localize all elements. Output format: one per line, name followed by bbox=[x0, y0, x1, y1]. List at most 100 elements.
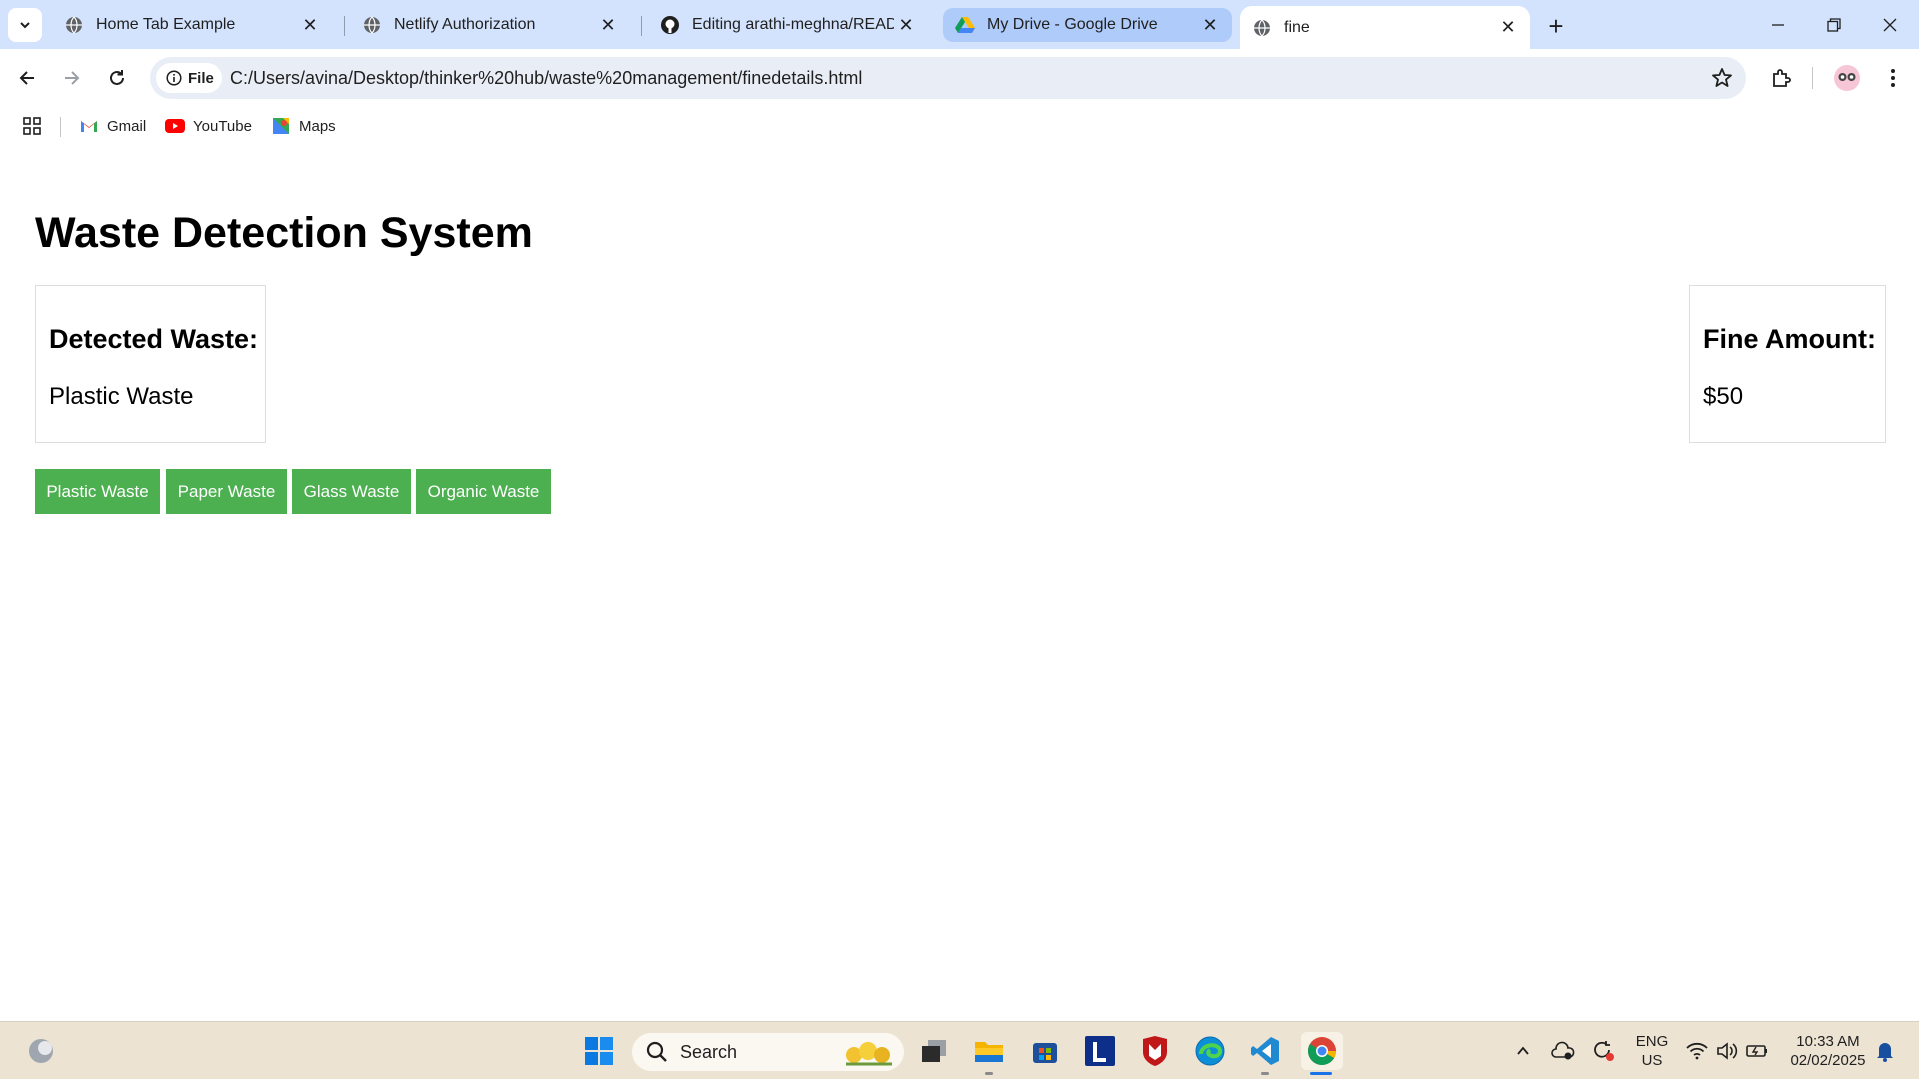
chrome-icon bbox=[1308, 1037, 1336, 1065]
browser-toolbar: File C:/Users/avina/Desktop/thinker%20hu… bbox=[0, 49, 1919, 107]
clock-date: 02/02/2025 bbox=[1790, 1052, 1866, 1069]
close-tab-icon[interactable]: ✕ bbox=[596, 13, 620, 37]
tab-title: Home Tab Example bbox=[96, 16, 236, 33]
bookmark-gmail[interactable]: Gmail bbox=[79, 115, 146, 137]
speaker-icon bbox=[1717, 1042, 1738, 1060]
bookmark-label: Gmail bbox=[107, 117, 147, 135]
region-label: US bbox=[1641, 1052, 1663, 1069]
paper-waste-button[interactable]: Paper Waste bbox=[166, 469, 287, 514]
taskbar-search[interactable]: Search bbox=[632, 1033, 904, 1071]
battery-charging-icon bbox=[1746, 1045, 1767, 1057]
profile-avatar[interactable] bbox=[1830, 61, 1864, 95]
vscode-icon bbox=[1251, 1037, 1279, 1065]
address-bar[interactable]: File C:/Users/avina/Desktop/thinker%20hu… bbox=[150, 57, 1746, 99]
plastic-waste-button[interactable]: Plastic Waste bbox=[35, 469, 160, 514]
close-icon bbox=[1883, 18, 1897, 31]
apps-grid-icon bbox=[23, 117, 41, 135]
bookmark-label: Maps bbox=[299, 117, 336, 135]
running-indicator bbox=[985, 1072, 993, 1075]
close-tab-icon[interactable]: ✕ bbox=[894, 13, 918, 37]
start-button[interactable] bbox=[580, 1032, 618, 1070]
chevron-up-icon bbox=[1517, 1046, 1529, 1055]
detected-waste-card: Detected Waste: Plastic Waste bbox=[35, 285, 266, 443]
arrow-right-icon bbox=[65, 71, 80, 85]
chrome-button[interactable] bbox=[1301, 1032, 1343, 1070]
bookmark-youtube[interactable]: YouTube bbox=[165, 115, 252, 137]
mcafee-shield-icon bbox=[1143, 1036, 1167, 1066]
close-window-button[interactable] bbox=[1862, 0, 1918, 49]
bookmarks-bar: Gmail YouTube Maps bbox=[0, 107, 1919, 143]
globe-icon bbox=[362, 15, 382, 35]
close-tab-icon[interactable]: ✕ bbox=[298, 13, 322, 37]
site-info-label: File bbox=[188, 69, 214, 87]
url-text[interactable]: C:/Users/avina/Desktop/thinker%20hub/was… bbox=[230, 68, 862, 89]
tab-netlify-authorization[interactable]: Netlify Authorization ✕ bbox=[350, 8, 630, 42]
reload-button[interactable] bbox=[100, 61, 134, 95]
restore-icon bbox=[1827, 17, 1841, 32]
back-button[interactable] bbox=[10, 61, 44, 95]
restore-button[interactable] bbox=[1806, 0, 1862, 49]
organic-waste-button[interactable]: Organic Waste bbox=[416, 469, 551, 514]
active-app-indicator bbox=[1310, 1072, 1332, 1075]
tab-title: Netlify Authorization bbox=[394, 16, 536, 33]
new-tab-button[interactable]: + bbox=[1540, 10, 1572, 42]
onedrive-button[interactable] bbox=[1544, 1032, 1582, 1070]
site-info-chip[interactable]: File bbox=[156, 63, 222, 93]
microsoft-store-button[interactable] bbox=[1026, 1032, 1064, 1070]
folder-icon bbox=[975, 1042, 1003, 1062]
maps-icon bbox=[271, 116, 291, 136]
tab-title: fine bbox=[1284, 18, 1310, 36]
vscode-button[interactable] bbox=[1246, 1032, 1284, 1070]
tab-fine-active[interactable]: fine ✕ bbox=[1240, 6, 1530, 49]
edge-button[interactable] bbox=[1191, 1032, 1229, 1070]
tab-search-button[interactable] bbox=[8, 8, 42, 42]
google-drive-icon bbox=[955, 15, 975, 35]
apps-button[interactable] bbox=[22, 115, 42, 137]
bell-icon bbox=[1877, 1043, 1893, 1062]
running-indicator bbox=[1261, 1072, 1269, 1075]
tab-home-tab-example[interactable]: Home Tab Example ✕ bbox=[52, 8, 332, 42]
close-tab-icon[interactable]: ✕ bbox=[1198, 13, 1222, 37]
refresh-alert-icon bbox=[1594, 1041, 1614, 1061]
tab-separator bbox=[641, 16, 642, 36]
cloud-sync-icon bbox=[1551, 1041, 1575, 1060]
mcafee-button[interactable] bbox=[1136, 1032, 1174, 1070]
fine-amount-heading: Fine Amount: bbox=[1703, 324, 1876, 354]
weather-widget[interactable] bbox=[22, 1032, 60, 1070]
l-app-button[interactable] bbox=[1081, 1032, 1119, 1070]
notifications-button[interactable] bbox=[1866, 1032, 1904, 1070]
language-indicator[interactable]: ENG US bbox=[1632, 1032, 1672, 1070]
bookmark-label: YouTube bbox=[193, 117, 252, 135]
toolbar-separator bbox=[1812, 67, 1813, 89]
tab-editing-readme[interactable]: Editing arathi-meghna/README ✕ bbox=[648, 8, 928, 42]
tab-google-drive[interactable]: My Drive - Google Drive ✕ bbox=[943, 8, 1232, 42]
forward-button[interactable] bbox=[55, 61, 89, 95]
minimize-button[interactable] bbox=[1750, 0, 1806, 49]
detected-waste-heading: Detected Waste: bbox=[49, 324, 259, 354]
tab-separator bbox=[344, 16, 345, 36]
language-label: ENG bbox=[1635, 1033, 1669, 1050]
file-explorer-button[interactable] bbox=[970, 1032, 1008, 1070]
glass-waste-button[interactable]: Glass Waste bbox=[292, 469, 411, 514]
detected-waste-value: Plastic Waste bbox=[49, 383, 194, 410]
weather-icon bbox=[29, 1039, 53, 1063]
arrow-left-icon bbox=[19, 71, 34, 85]
task-view-button[interactable] bbox=[915, 1032, 953, 1070]
update-status-button[interactable] bbox=[1584, 1032, 1622, 1070]
browser-menu-button[interactable] bbox=[1876, 61, 1910, 95]
extensions-button[interactable] bbox=[1764, 61, 1798, 95]
avatar-icon bbox=[1834, 65, 1860, 91]
clock-time: 10:33 AM bbox=[1796, 1033, 1860, 1050]
tab-title: My Drive - Google Drive bbox=[987, 16, 1158, 33]
tab-strip: Home Tab Example ✕ Netlify Authorization… bbox=[0, 0, 1919, 49]
bookmark-star-icon[interactable] bbox=[1710, 66, 1734, 90]
task-view-icon bbox=[922, 1040, 946, 1062]
clock[interactable]: 10:33 AM 02/02/2025 bbox=[1782, 1032, 1874, 1070]
battery-button[interactable] bbox=[1738, 1032, 1776, 1070]
show-hidden-icons-button[interactable] bbox=[1504, 1032, 1542, 1070]
fine-amount-value: $50 bbox=[1703, 383, 1744, 410]
bookmark-maps[interactable]: Maps bbox=[271, 115, 336, 137]
close-tab-icon[interactable]: ✕ bbox=[1496, 16, 1520, 40]
page-content: Waste Detection System Detected Waste: P… bbox=[0, 143, 1919, 1021]
globe-icon bbox=[64, 15, 84, 35]
